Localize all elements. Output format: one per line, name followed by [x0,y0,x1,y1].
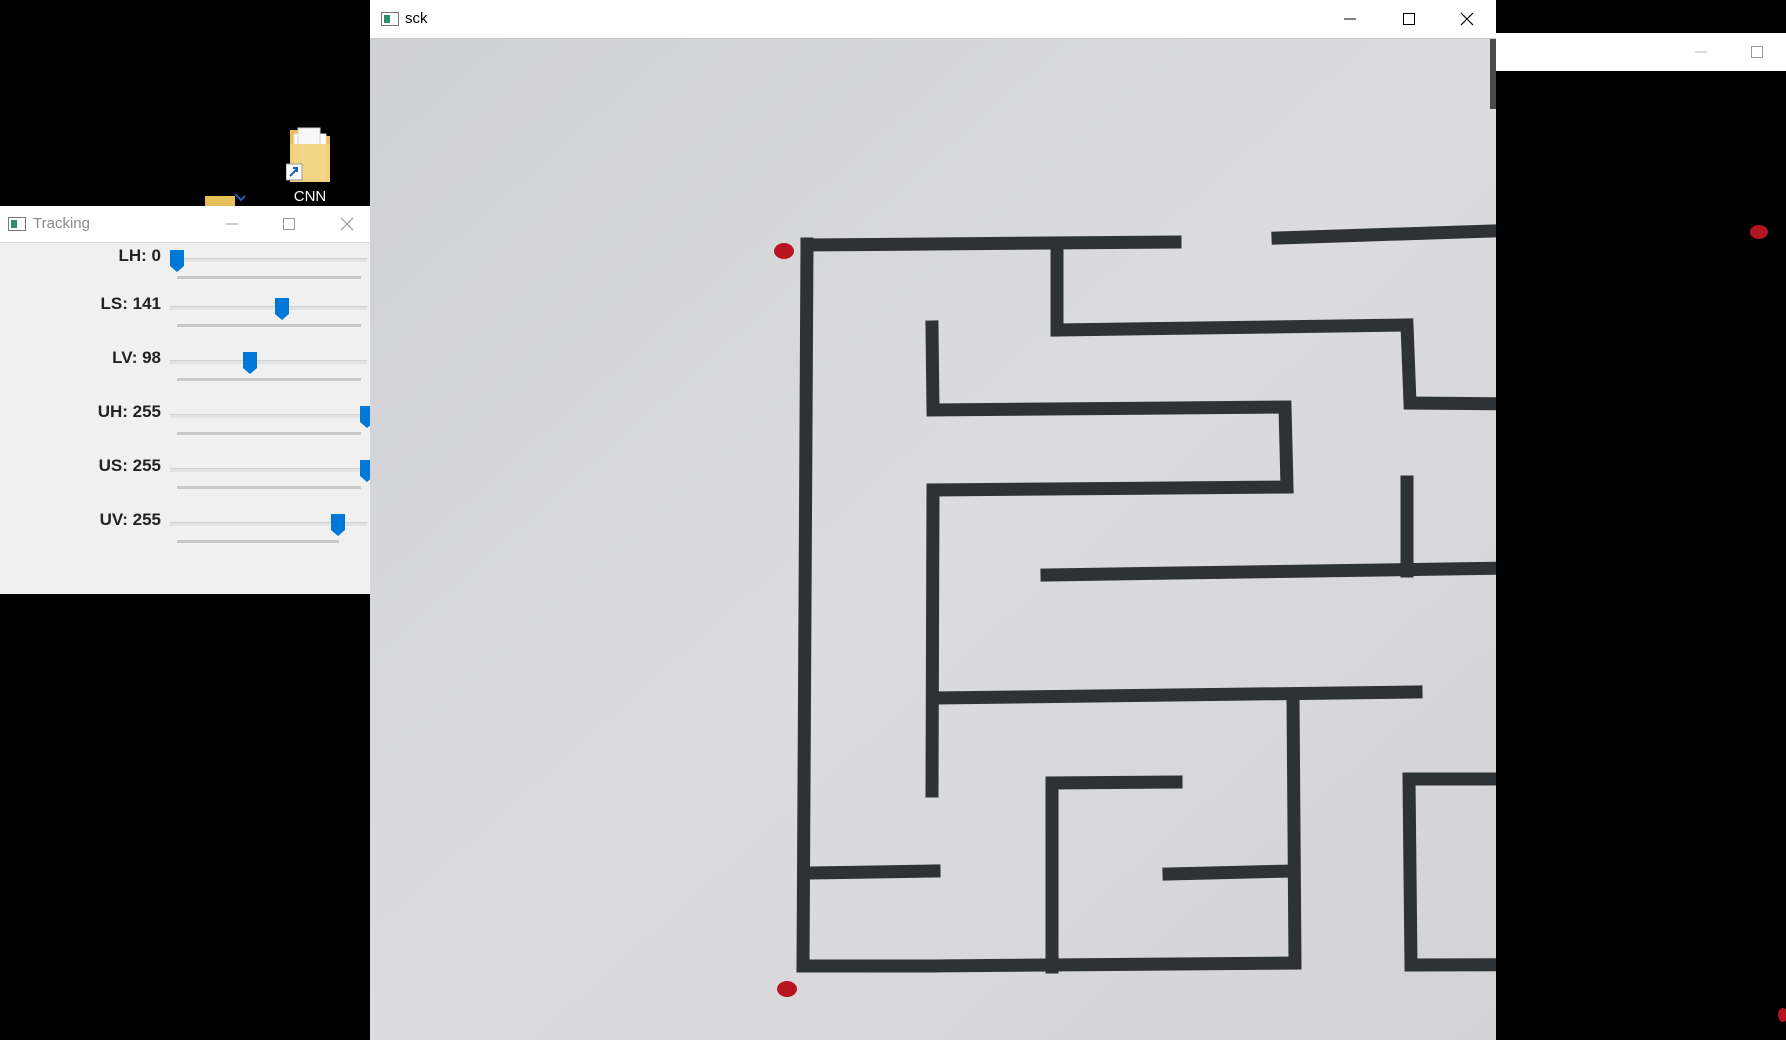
tracking-window: Tracking LH: 0 LS: 141 LV: 98 UH: 255 US… [0,206,374,594]
slider-row-uv: UV: 255 [0,510,370,560]
background-window-marker [1778,1008,1786,1022]
slider-label-us: US: 255 [98,456,161,475]
sck-titlebar[interactable]: sck [370,0,1496,39]
minimize-icon [226,223,238,225]
slider-track-uh[interactable] [170,414,367,418]
tracking-close-button[interactable] [318,206,376,242]
slider-row-us: US: 255 [0,456,374,506]
slider-thumb-uv[interactable] [331,514,345,536]
slider-row-lh: LH: 0 [0,246,370,296]
close-icon [340,217,354,231]
tracking-titlebar[interactable]: Tracking [0,206,370,243]
minimize-button[interactable] [1672,33,1730,71]
sck-maximize-button[interactable] [1380,0,1438,38]
slider-thumb-lv[interactable] [243,352,258,374]
cnn-folder-shortcut[interactable]: CNN [272,124,348,210]
slider-thumb-ls[interactable] [275,298,290,320]
sck-title: sck [405,10,428,27]
slider-ticks-uh [177,432,361,435]
slider-ticks-ls [177,324,361,327]
slider-label-uv: UV: 255 [99,510,161,529]
slider-track-ls[interactable] [170,306,367,310]
tracking-title: Tracking [33,215,90,232]
maximize-icon [283,218,295,230]
minimize-icon [1695,51,1707,53]
slider-ticks-lv [177,378,361,381]
background-window-titlebar[interactable] [1496,33,1786,71]
app-icon [8,217,26,231]
slider-row-lv: LV: 98 [0,348,370,398]
slider-track-us[interactable] [170,468,367,472]
slider-label-uh: UH: 255 [97,402,161,421]
cnn-icon-label: CNN [293,188,327,205]
slider-track-lv[interactable] [170,360,367,364]
slider-ticks-uv [177,540,339,543]
slider-label-lv: LV: 98 [112,348,161,367]
maximize-button[interactable] [1728,33,1786,71]
tracking-minimize-button[interactable] [203,206,261,242]
background-window-marker [1750,225,1768,239]
slider-label-ls: LS: 141 [100,294,161,313]
sck-minimize-button[interactable] [1321,0,1379,38]
sck-window: sck [370,0,1496,1040]
slider-row-uh: UH: 255 [0,402,374,452]
slider-label-lh: LH: 0 [118,246,162,265]
tracking-maximize-button[interactable] [260,206,318,242]
close-icon [1460,12,1474,26]
slider-ticks-lh [177,276,361,279]
slider-track-lh[interactable] [170,258,367,262]
slider-row-ls: LS: 141 [0,294,370,344]
sck-close-button[interactable] [1438,0,1496,38]
partial-folder-icon[interactable] [205,192,247,206]
slider-ticks-us [177,486,361,489]
app-icon [381,12,399,26]
maximize-icon [1403,13,1415,25]
maximize-icon [1751,46,1763,58]
camera-frame-maze [370,39,1496,1040]
slider-thumb-lh[interactable] [170,250,184,272]
folder-shortcut-icon [286,127,330,182]
folder-icon [205,193,246,206]
minimize-icon [1344,18,1356,20]
